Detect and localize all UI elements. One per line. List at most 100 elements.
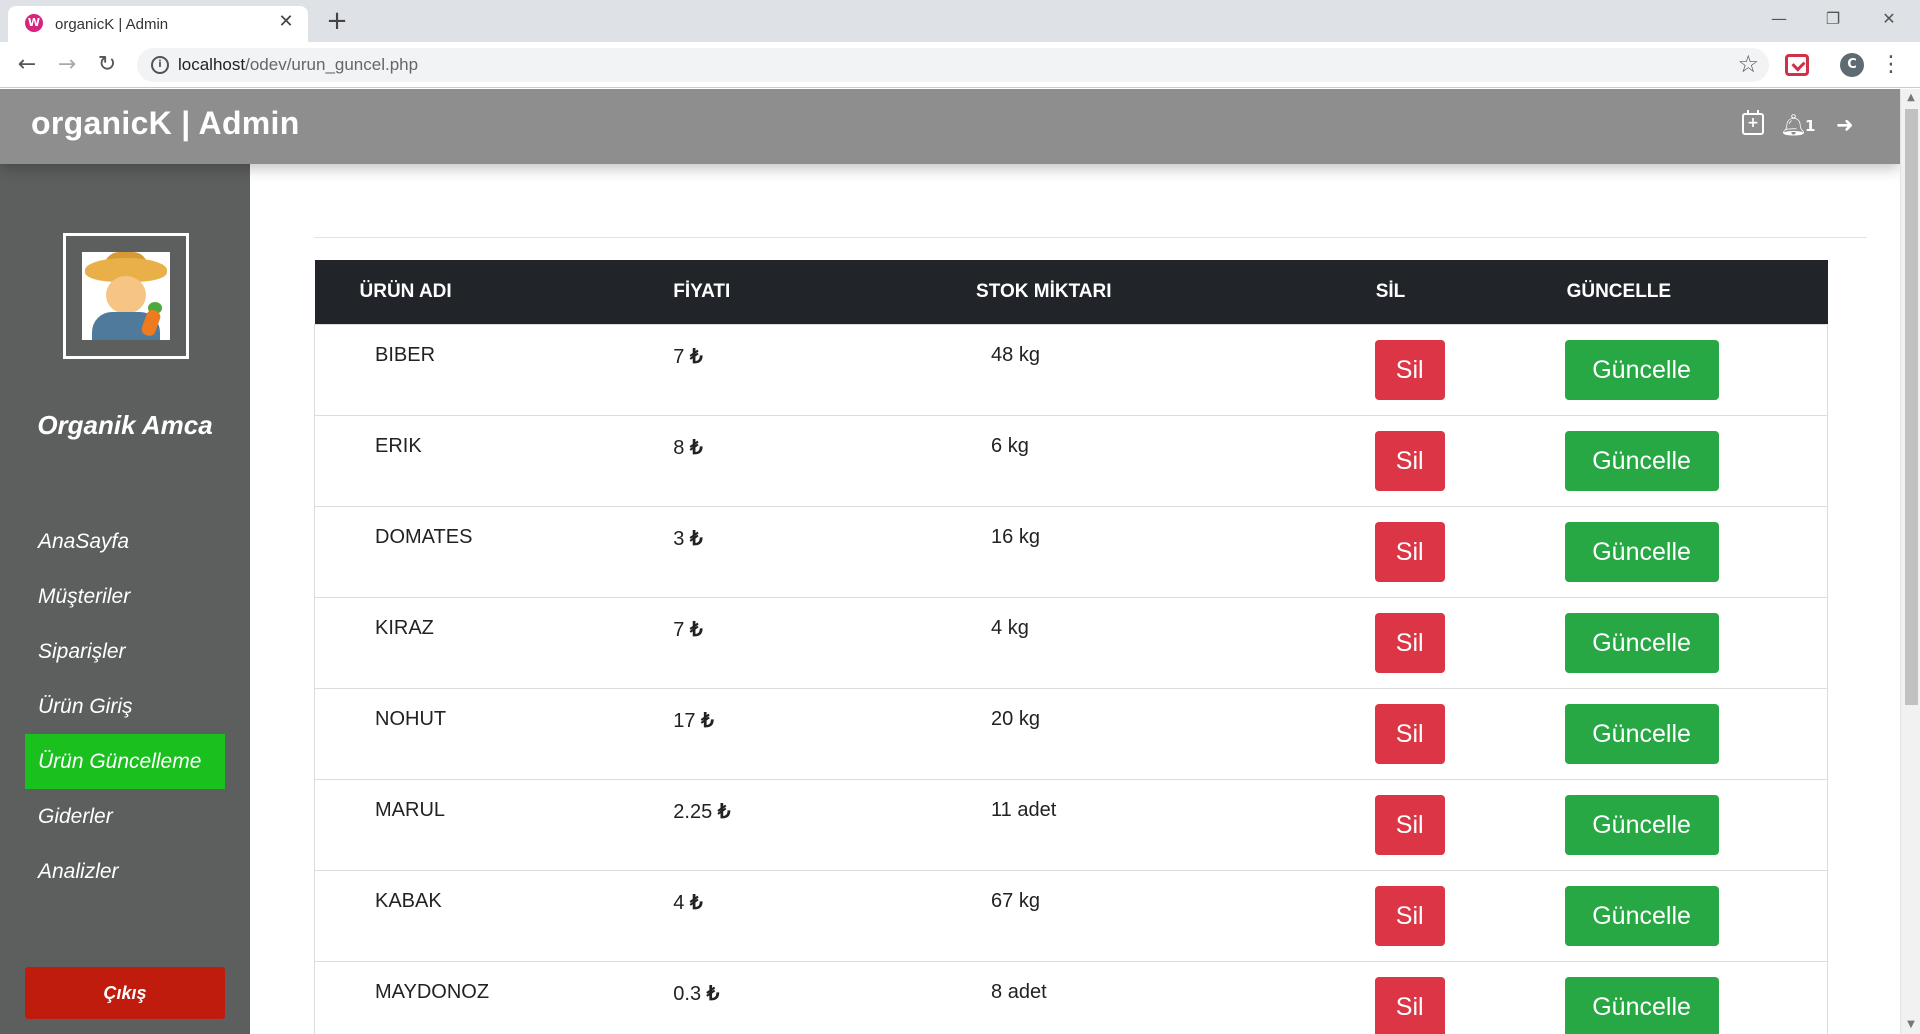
price-value: 0.3 — [673, 982, 702, 1005]
window-close-icon[interactable]: ✕ — [1866, 4, 1912, 34]
header-product-name: ÜRÜN ADI — [359, 280, 452, 302]
sidebar-item-3[interactable]: Ürün Giriş — [25, 679, 225, 734]
update-cell: Güncelle — [1553, 687, 1828, 780]
table-row: BIBER 7 ₺ 48 kg Sil Güncelle — [314, 323, 1828, 416]
browser-menu-icon[interactable]: ⋮ — [1880, 51, 1902, 79]
notification-count-badge: 1 — [1805, 117, 1816, 135]
delete-button[interactable]: Sil — [1374, 794, 1445, 855]
product-name: MAYDONOZ — [314, 960, 674, 1034]
sidebar-item-4[interactable]: Ürün Güncelleme — [25, 734, 225, 789]
tab-close-icon[interactable]: ✕ — [276, 12, 296, 32]
sidebar-item-0[interactable]: AnaSayfa — [25, 514, 225, 569]
sign-out-icon[interactable]: ➜ — [1836, 113, 1854, 137]
delete-button[interactable]: Sil — [1374, 430, 1445, 491]
scrollbar-thumb[interactable] — [1905, 109, 1918, 705]
update-cell: Güncelle — [1553, 505, 1828, 598]
product-table-body: BIBER 7 ₺ 48 kg Sil Güncelle ERIK 8 ₺ 6 kg Sil Gü… — [314, 323, 1828, 1034]
table-row: KABAK 4 ₺ 67 kg Sil Güncelle — [314, 869, 1828, 962]
table-row: KIRAZ 7 ₺ 4 kg Sil Güncelle — [314, 596, 1828, 689]
delete-button[interactable]: Sil — [1374, 976, 1445, 1034]
sidebar-item-5[interactable]: Giderler — [25, 789, 225, 844]
lira-symbol: ₺ — [689, 436, 703, 459]
profile-avatar[interactable]: C — [1840, 53, 1864, 77]
table-row: ERIK 8 ₺ 6 kg Sil Güncelle — [314, 414, 1828, 507]
browser-tab[interactable]: W organicK | Admin ✕ — [8, 6, 308, 42]
url-host: localhost — [178, 55, 246, 74]
delete-button[interactable]: Sil — [1374, 703, 1445, 764]
product-stock: 16 kg — [973, 505, 1348, 598]
sidebar: Organik Amca AnaSayfa Müşteriler Siparişle… — [0, 164, 250, 1034]
pocket-extension-icon[interactable] — [1785, 54, 1809, 76]
delete-cell: Sil — [1347, 414, 1554, 507]
price-value: 8 — [673, 436, 685, 459]
update-cell: Güncelle — [1553, 323, 1828, 416]
scroll-up-arrow-icon[interactable]: ▲ — [1901, 89, 1920, 107]
price-value: 7 — [673, 618, 685, 641]
address-bar[interactable]: i localhost/odev/urun_guncel.php ☆ — [137, 48, 1769, 82]
product-stock: 67 kg — [973, 869, 1348, 962]
calendar-plus-icon[interactable]: + — [1742, 110, 1764, 135]
url-path: /odev/urun_guncel.php — [245, 55, 419, 74]
product-name: NOHUT — [314, 687, 674, 780]
bell-icon[interactable]: 🔔︎ — [1780, 113, 1807, 137]
window-minimize-icon[interactable]: — — [1756, 4, 1802, 34]
product-price: 7 ₺ — [673, 596, 974, 689]
price-value: 4 — [673, 891, 685, 914]
product-stock: 48 kg — [973, 323, 1348, 416]
delete-cell: Sil — [1347, 778, 1554, 871]
update-button[interactable]: Güncelle — [1564, 430, 1719, 491]
delete-button[interactable]: Sil — [1374, 612, 1445, 673]
browser-toolbar: ← → ↻ i localhost/odev/urun_guncel.php ☆… — [0, 42, 1920, 88]
logout-button[interactable]: Çıkış — [25, 967, 225, 1019]
main-content: ÜRÜN ADI FİYATI STOK MİKTARI SİL GÜNCELL… — [250, 164, 1900, 1034]
delete-button[interactable]: Sil — [1374, 521, 1445, 582]
reload-icon[interactable]: ↻ — [92, 50, 122, 80]
sidebar-item-6[interactable]: Analizler — [25, 844, 225, 899]
url-text[interactable]: localhost/odev/urun_guncel.php — [178, 55, 418, 75]
browser-tabstrip: W organicK | Admin ✕ + — ❐ ✕ — [0, 0, 1920, 42]
product-name: BIBER — [314, 323, 674, 416]
product-price: 2.25 ₺ — [673, 778, 974, 871]
page-scrollbar[interactable]: ▲ ▼ — [1900, 89, 1920, 1034]
update-button[interactable]: Güncelle — [1564, 976, 1719, 1034]
delete-cell: Sil — [1347, 687, 1554, 780]
update-button[interactable]: Güncelle — [1564, 885, 1719, 946]
avatar — [63, 233, 189, 359]
sidebar-menu: AnaSayfa Müşteriler Siparişler Ürün Giriş Ür… — [25, 514, 225, 899]
product-price: 7 ₺ — [673, 323, 974, 416]
table-row: MAYDONOZ 0.3 ₺ 8 adet Sil Güncelle — [314, 960, 1828, 1034]
price-value: 2.25 — [673, 800, 713, 823]
update-button[interactable]: Güncelle — [1564, 612, 1719, 673]
update-button[interactable]: Güncelle — [1564, 521, 1719, 582]
product-price: 4 ₺ — [673, 869, 974, 962]
update-cell: Güncelle — [1553, 414, 1828, 507]
bookmark-star-icon[interactable]: ☆ — [1737, 50, 1759, 78]
delete-button[interactable]: Sil — [1374, 339, 1445, 400]
lira-symbol: ₺ — [689, 527, 703, 550]
product-name: ERIK — [314, 414, 674, 507]
delete-button[interactable]: Sil — [1374, 885, 1445, 946]
sidebar-item-2[interactable]: Siparişler — [25, 624, 225, 679]
product-price: 17 ₺ — [673, 687, 974, 780]
site-info-icon[interactable]: i — [151, 56, 169, 74]
brand-title[interactable]: organicK | Admin — [31, 105, 300, 142]
content-divider — [314, 237, 1867, 238]
header-update: GÜNCELLE — [1566, 280, 1672, 302]
delete-cell: Sil — [1347, 960, 1554, 1034]
delete-cell: Sil — [1347, 596, 1554, 689]
back-arrow-icon[interactable]: ← — [12, 50, 42, 80]
update-button[interactable]: Güncelle — [1564, 794, 1719, 855]
update-button[interactable]: Güncelle — [1564, 339, 1719, 400]
new-tab-icon[interactable]: + — [323, 8, 351, 36]
site-favicon-icon: W — [25, 14, 43, 32]
forward-arrow-icon[interactable]: → — [52, 50, 82, 80]
product-stock: 8 adet — [973, 960, 1348, 1034]
update-cell: Güncelle — [1553, 960, 1828, 1034]
update-button[interactable]: Güncelle — [1564, 703, 1719, 764]
scroll-down-arrow-icon[interactable]: ▼ — [1901, 1016, 1920, 1034]
sidebar-item-1[interactable]: Müşteriler — [25, 569, 225, 624]
window-restore-icon[interactable]: ❐ — [1810, 4, 1856, 34]
update-cell: Güncelle — [1553, 596, 1828, 689]
product-name: DOMATES — [314, 505, 674, 598]
price-value: 17 — [673, 709, 696, 732]
